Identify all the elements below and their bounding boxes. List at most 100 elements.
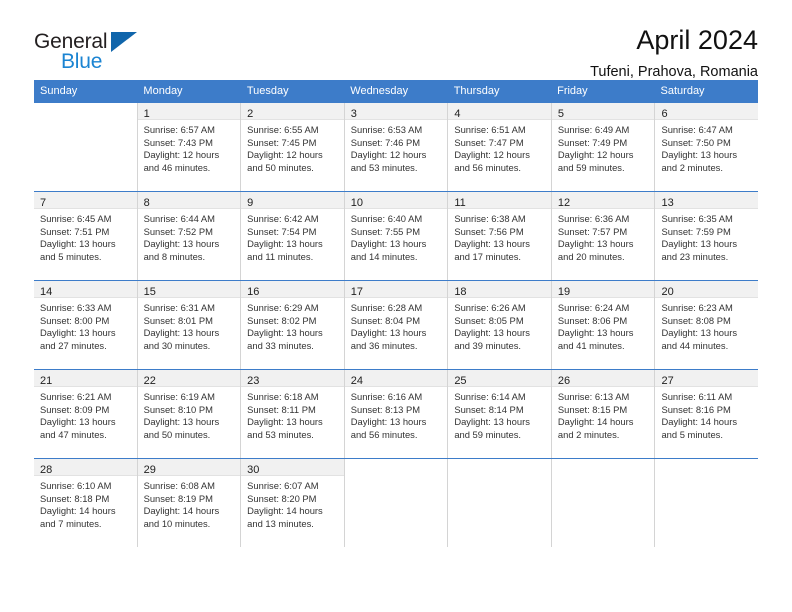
day-number-band: 28 bbox=[34, 459, 137, 477]
day-detail-line: Sunset: 7:52 PM bbox=[143, 225, 213, 237]
day-details: Sunrise: 6:08 AM Sunset: 8:19 PM Daylight:… bbox=[138, 476, 241, 534]
day-cell-9[interactable]: 9 Sunrise: 6:42 AM Sunset: 7:54 PM Daylight… bbox=[241, 192, 345, 281]
day-cell-empty bbox=[551, 459, 656, 548]
day-detail-line: Sunrise: 6:13 AM bbox=[557, 391, 630, 403]
day-details: Sunrise: 6:35 AM Sunset: 7:59 PM Daylight:… bbox=[655, 209, 758, 267]
day-detail-line: and 13 minutes. bbox=[247, 517, 314, 529]
day-number: 27 bbox=[661, 375, 674, 388]
day-cell-12[interactable]: 12 Sunrise: 6:36 AM Sunset: 7:57 PM Dayligh… bbox=[551, 192, 656, 281]
weekday-header-wednesday: Wednesday bbox=[350, 85, 409, 97]
day-cell-11[interactable]: 11 Sunrise: 6:38 AM Sunset: 7:56 PM Dayligh… bbox=[448, 192, 552, 281]
day-detail-line: Sunset: 8:14 PM bbox=[454, 403, 524, 415]
day-detail-line: Sunset: 7:59 PM bbox=[661, 225, 731, 237]
day-cell-6[interactable]: 6 Sunrise: 6:47 AM Sunset: 7:50 PM Daylight… bbox=[655, 103, 759, 191]
day-cell-19[interactable]: 19 Sunrise: 6:24 AM Sunset: 8:06 PM Dayligh… bbox=[551, 281, 656, 370]
day-detail-line: Daylight: 12 hours bbox=[143, 149, 220, 161]
day-detail-line: Sunrise: 6:26 AM bbox=[454, 302, 526, 314]
day-number-band: 11 bbox=[448, 192, 551, 210]
day-detail-line: and 36 minutes. bbox=[350, 339, 418, 351]
day-number-band: 14 bbox=[34, 281, 137, 299]
day-detail-line: Sunset: 7:50 PM bbox=[661, 136, 731, 148]
day-detail-line: Daylight: 13 hours bbox=[143, 327, 220, 339]
day-detail-line: and 59 minutes. bbox=[454, 428, 522, 440]
day-number-band: 21 bbox=[34, 370, 137, 388]
day-detail-line: and 41 minutes. bbox=[557, 339, 625, 351]
day-detail-line: Daylight: 14 hours bbox=[40, 505, 116, 517]
day-cell-18[interactable]: 18 Sunrise: 6:26 AM Sunset: 8:05 PM Dayligh… bbox=[448, 281, 552, 370]
day-details: Sunrise: 6:26 AM Sunset: 8:05 PM Daylight:… bbox=[448, 298, 551, 356]
weekday-header-tuesday: Tuesday bbox=[246, 85, 289, 97]
day-cell-25[interactable]: 25 Sunrise: 6:14 AM Sunset: 8:14 PM Dayligh… bbox=[448, 370, 552, 459]
day-detail-line: Daylight: 13 hours bbox=[661, 327, 738, 339]
day-details: Sunrise: 6:28 AM Sunset: 8:04 PM Daylight:… bbox=[345, 298, 448, 356]
day-cell-3[interactable]: 3 Sunrise: 6:53 AM Sunset: 7:46 PM Daylight… bbox=[344, 103, 449, 192]
day-detail-line: Sunrise: 6:11 AM bbox=[661, 391, 733, 403]
day-cell-7[interactable]: 7 Sunrise: 6:45 AM Sunset: 7:51 PM Daylight… bbox=[34, 192, 138, 281]
day-cell-28[interactable]: 28 Sunrise: 6:10 AM Sunset: 8:18 PM Dayligh… bbox=[34, 459, 138, 548]
day-details: Sunrise: 6:36 AM Sunset: 7:57 PM Daylight:… bbox=[552, 209, 655, 267]
day-number-band: 2 bbox=[241, 103, 344, 121]
day-cell-26[interactable]: 26 Sunrise: 6:13 AM Sunset: 8:15 PM Dayligh… bbox=[551, 370, 656, 459]
day-number-band: 10 bbox=[344, 192, 448, 210]
day-number-band: 16 bbox=[241, 281, 344, 299]
day-detail-line: Sunset: 8:15 PM bbox=[557, 403, 628, 415]
day-cell-empty bbox=[655, 459, 759, 547]
day-cell-1[interactable]: 1 Sunrise: 6:57 AM Sunset: 7:43 PM Daylight… bbox=[137, 103, 242, 192]
day-detail-line: Sunset: 8:20 PM bbox=[247, 492, 317, 504]
day-detail-line: Daylight: 14 hours bbox=[661, 416, 738, 428]
day-number-band: 20 bbox=[655, 281, 759, 299]
day-number: 3 bbox=[350, 108, 357, 121]
day-cell-14[interactable]: 14 Sunrise: 6:33 AM Sunset: 8:00 PM Dayligh… bbox=[34, 281, 138, 370]
day-detail-line: and 23 minutes. bbox=[661, 250, 729, 262]
day-detail-line: Sunset: 8:04 PM bbox=[350, 314, 421, 326]
day-detail-line: Sunrise: 6:47 AM bbox=[661, 124, 733, 136]
day-details: Sunrise: 6:51 AM Sunset: 7:47 PM Daylight:… bbox=[448, 120, 551, 178]
day-cell-13[interactable]: 13 Sunrise: 6:35 AM Sunset: 7:59 PM Dayligh… bbox=[655, 192, 759, 280]
weekday-header-thursday: Thursday bbox=[453, 85, 500, 97]
day-cell-8[interactable]: 8 Sunrise: 6:44 AM Sunset: 7:52 PM Daylight… bbox=[137, 192, 242, 281]
day-cell-empty bbox=[34, 103, 138, 192]
day-cell-23[interactable]: 23 Sunrise: 6:18 AM Sunset: 8:11 PM Dayligh… bbox=[241, 370, 345, 459]
day-cell-2[interactable]: 2 Sunrise: 6:55 AM Sunset: 7:45 PM Daylight… bbox=[241, 103, 345, 192]
day-number-band: 25 bbox=[448, 370, 551, 388]
day-cell-10[interactable]: 10 Sunrise: 6:40 AM Sunset: 7:55 PM Dayligh… bbox=[344, 192, 449, 281]
day-cell-15[interactable]: 15 Sunrise: 6:31 AM Sunset: 8:01 PM Dayligh… bbox=[137, 281, 242, 370]
day-number: 22 bbox=[143, 375, 156, 388]
day-detail-line: Sunset: 8:08 PM bbox=[661, 314, 731, 326]
day-details: Sunrise: 6:40 AM Sunset: 7:55 PM Daylight:… bbox=[345, 209, 448, 267]
day-number-band: 5 bbox=[551, 103, 655, 121]
day-cell-29[interactable]: 29 Sunrise: 6:08 AM Sunset: 8:19 PM Dayligh… bbox=[137, 459, 242, 548]
day-cell-20[interactable]: 20 Sunrise: 6:23 AM Sunset: 8:08 PM Dayligh… bbox=[655, 281, 759, 369]
day-cell-27[interactable]: 27 Sunrise: 6:11 AM Sunset: 8:16 PM Dayligh… bbox=[655, 370, 759, 458]
calendar-grid: Sunday Monday Tuesday Wednesday Thursday Frid… bbox=[34, 80, 759, 548]
day-detail-line: Sunset: 7:49 PM bbox=[557, 136, 628, 148]
day-detail-line: Sunrise: 6:10 AM bbox=[40, 480, 112, 492]
day-details: Sunrise: 6:29 AM Sunset: 8:02 PM Daylight:… bbox=[241, 298, 344, 356]
day-detail-line: Sunrise: 6:42 AM bbox=[247, 213, 319, 225]
day-detail-line: and 27 minutes. bbox=[40, 339, 107, 351]
calendar-weeks: 1 Sunrise: 6:57 AM Sunset: 7:43 PM Daylight… bbox=[34, 103, 759, 548]
day-cell-21[interactable]: 21 Sunrise: 6:21 AM Sunset: 8:09 PM Dayligh… bbox=[34, 370, 138, 459]
day-cell-16[interactable]: 16 Sunrise: 6:29 AM Sunset: 8:02 PM Dayligh… bbox=[241, 281, 345, 370]
day-number-band bbox=[34, 103, 137, 121]
day-number: 24 bbox=[350, 375, 363, 388]
day-cell-5[interactable]: 5 Sunrise: 6:49 AM Sunset: 7:49 PM Daylight… bbox=[551, 103, 656, 192]
day-number-band: 6 bbox=[655, 103, 759, 121]
day-number: 28 bbox=[40, 464, 53, 477]
day-detail-line: Sunset: 7:46 PM bbox=[350, 136, 421, 148]
day-number: 5 bbox=[557, 108, 565, 121]
day-details: Sunrise: 6:55 AM Sunset: 7:45 PM Daylight:… bbox=[241, 120, 344, 178]
day-details: Sunrise: 6:49 AM Sunset: 7:49 PM Daylight:… bbox=[552, 120, 655, 178]
day-number-band: 19 bbox=[551, 281, 655, 299]
day-cell-22[interactable]: 22 Sunrise: 6:19 AM Sunset: 8:10 PM Dayligh… bbox=[137, 370, 242, 459]
day-cell-30[interactable]: 30 Sunrise: 6:07 AM Sunset: 8:20 PM Dayligh… bbox=[241, 459, 345, 548]
day-cell-4[interactable]: 4 Sunrise: 6:51 AM Sunset: 7:47 PM Daylight… bbox=[448, 103, 552, 192]
day-cell-17[interactable]: 17 Sunrise: 6:28 AM Sunset: 8:04 PM Dayligh… bbox=[344, 281, 449, 370]
day-number-band: 13 bbox=[655, 192, 759, 210]
day-details: Sunrise: 6:44 AM Sunset: 7:52 PM Daylight:… bbox=[138, 209, 241, 267]
day-detail-line: Sunset: 7:56 PM bbox=[454, 225, 524, 237]
day-detail-line: and 53 minutes. bbox=[247, 428, 314, 440]
day-cell-24[interactable]: 24 Sunrise: 6:16 AM Sunset: 8:13 PM Dayligh… bbox=[344, 370, 449, 459]
day-detail-line: Sunrise: 6:19 AM bbox=[143, 391, 215, 403]
day-detail-line: Sunrise: 6:21 AM bbox=[40, 391, 112, 403]
